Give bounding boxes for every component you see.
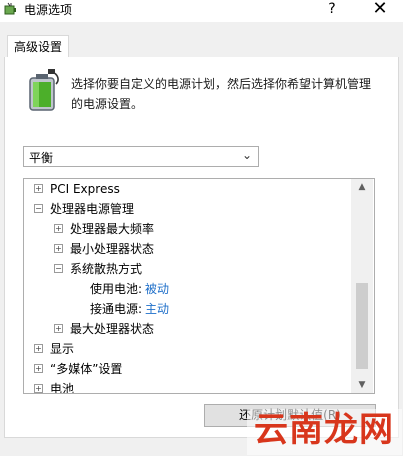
expand-icon[interactable]: + (34, 344, 43, 353)
expand-icon[interactable]: + (34, 364, 43, 373)
tree-item-label: 显示 (50, 342, 75, 356)
expand-icon[interactable]: + (34, 384, 43, 393)
on-battery-value-link[interactable]: 被动 (145, 279, 169, 299)
tree-item-label: 电池 (50, 382, 75, 394)
chevron-down-icon: ⌄ (241, 148, 252, 162)
tree-scrollbar[interactable]: ▲ ▼ (351, 179, 373, 393)
watermark-logo: 云南龙网 (254, 410, 394, 450)
scroll-up-icon[interactable]: ▲ (351, 179, 373, 195)
scrollbar-thumb[interactable] (356, 283, 368, 369)
battery-plug-icon (29, 69, 59, 111)
tree-item-label: 系统散热方式 (70, 262, 143, 276)
tree-item-label: 使用电池: (90, 282, 143, 296)
close-button[interactable]: ✕ (366, 0, 394, 20)
tree-item-label: “多媒体”设置 (50, 362, 123, 376)
expand-icon[interactable]: + (54, 324, 63, 333)
tree-item-label: 处理器电源管理 (50, 202, 135, 216)
tree-item-label: 处理器最大频率 (70, 222, 155, 236)
expand-icon[interactable]: + (34, 184, 43, 193)
settings-tree[interactable]: + PCI Express − 处理器电源管理 + 处理器最大频率 + 最小处理… (23, 178, 375, 394)
power-plan-value: 平衡 (29, 151, 54, 165)
power-plan-select[interactable]: 平衡 ⌄ (23, 146, 259, 167)
power-options-icon (4, 2, 16, 15)
tree-item-label: 接通电源: (90, 302, 143, 316)
description-text: 选择你要自定义的电源计划，然后选择你希望计算机管理的电源设置。 (71, 77, 372, 111)
expand-icon[interactable]: + (54, 244, 63, 253)
tree-item-label: PCI Express (50, 182, 120, 196)
help-button[interactable]: ? (322, 0, 342, 18)
tree-item-label: 最大处理器状态 (70, 322, 155, 336)
expand-icon[interactable]: + (54, 224, 63, 233)
title-bar: 电源选项 ? ✕ (0, 0, 403, 22)
scroll-down-icon[interactable]: ▼ (351, 377, 373, 393)
window-title: 电源选项 (24, 3, 73, 17)
tree-item-label: 最小处理器状态 (70, 242, 155, 256)
tab-advanced-settings[interactable]: 高级设置 (7, 35, 69, 58)
plugged-in-value-link[interactable]: 主动 (145, 299, 169, 319)
collapse-icon[interactable]: − (54, 264, 63, 273)
collapse-icon[interactable]: − (34, 204, 43, 213)
